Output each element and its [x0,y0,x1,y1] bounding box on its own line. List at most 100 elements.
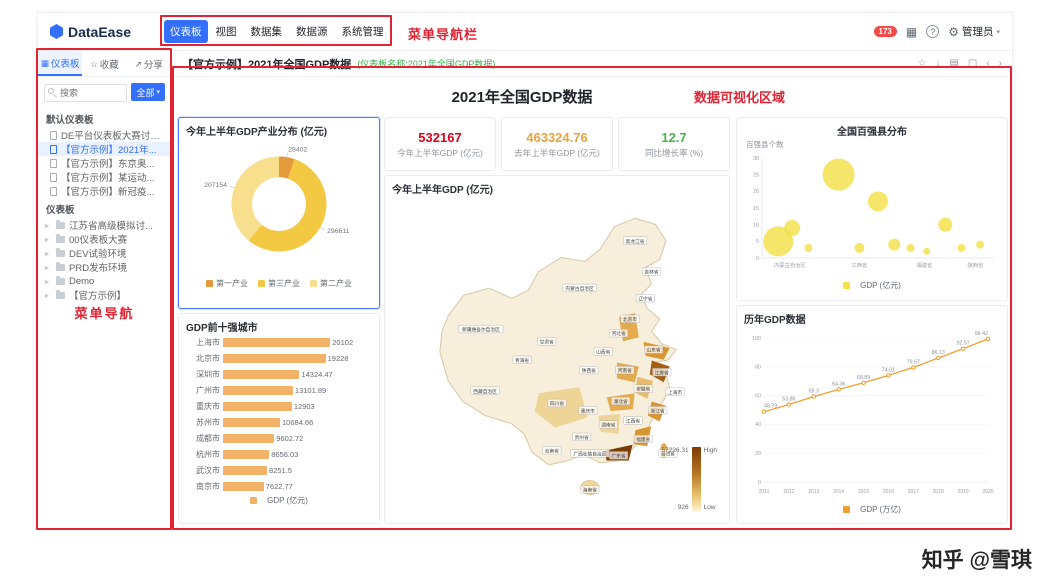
favorite-icon[interactable]: ☆ [917,58,926,69]
item-label: 江苏省高级模拟讨... [69,221,153,232]
dashboard-canvas: 2021年全国GDP数据 数据可视化区域 今年上半年GDP产业分布 (亿元) 2… [172,77,1012,528]
kpi-card[interactable]: 532167 今年上半年GDP (亿元) [384,117,496,171]
legend-item[interactable]: 第三产业 [258,278,300,289]
svg-text:99.42: 99.42 [975,331,988,337]
sidebar-folder-item[interactable]: ▸ 00仪表板大赛 [38,232,171,246]
nav-item-系统管理[interactable]: 系统管理 [336,20,390,43]
export-icon[interactable]: ↓ [935,58,940,69]
bar-row-成都市[interactable]: 成都市 9602.72 [186,430,372,446]
bar-row-上海市[interactable]: 上海市 20102 [186,334,372,350]
svg-text:湖南省: 湖南省 [601,422,615,429]
item-label: 【官方示例】某运动... [61,173,155,184]
svg-text:浙江省: 浙江省 [651,407,665,414]
main-area: 【官方示例】2021年全国GDP数据 (仪表板名称:2021年全国GDP数据) … [172,51,1012,528]
sidebar-search-row: 全部 ▾ [38,77,171,108]
sidebar-folder-item[interactable]: ▸ 【官方示例】 [38,288,171,302]
panel-gdp-trend[interactable]: 历年GDP数据 0 20 40 60 80 100 2011 2012 2013 2014 2015… [736,305,1008,524]
bar-row-重庆市[interactable]: 重庆市 12903 [186,398,372,414]
kpi-card[interactable]: 12.7 同比增长率 (%) [618,117,730,171]
brand-logo[interactable]: DataEase [50,24,158,40]
item-label: 【官方示例】2021年... [61,145,157,156]
sidebar-folder-item[interactable]: ▸ 江苏省高级模拟讨... [38,218,171,232]
item-label: DE平台仪表板大赛讨论展 [61,131,167,142]
panel-industry-donut[interactable]: 今年上半年GDP产业分布 (亿元) 28402 296611 207154 第一产业… [178,117,380,309]
legend-item[interactable]: 第二产业 [310,278,352,289]
svg-text:广东省: 广东省 [612,453,626,460]
layout-icon[interactable]: ▤ [949,58,958,69]
sidebar-dashboard-item[interactable]: 【官方示例】新冠疫... [38,184,171,198]
sidebar-dashboard-item[interactable]: 【官方示例】2021年... [38,142,171,156]
caret-right-icon[interactable]: ▸ [45,235,52,244]
sidebar-tab-仪表板[interactable]: ▦ 仪表板 [38,51,83,76]
sidebar-folder-item[interactable]: ▸ DEV试验环境 [38,246,171,260]
bar-row-杭州市[interactable]: 杭州市 8656.03 [186,446,372,462]
caret-right-icon[interactable]: ▸ [45,277,52,286]
svg-text:79.57: 79.57 [907,359,920,365]
svg-text:20: 20 [755,451,761,457]
sidebar-dashboard-item[interactable]: 【官方示例】东京奥... [38,156,171,170]
svg-text:2012: 2012 [783,489,794,495]
caret-right-icon[interactable]: ▸ [45,221,52,230]
sidebar-folder-item[interactable]: ▸ PRD发布环境 [38,260,171,274]
nav-item-数据源[interactable]: 数据源 [290,20,334,43]
help-icon[interactable]: ? [926,25,940,38]
apps-icon[interactable]: ▦ [906,25,917,39]
panel-top-cities[interactable]: GDP前十强城市 上海市 20102 北京市 19228 深圳市 14324.47 广州市 1… [178,313,380,524]
sidebar: ▦仪表板☆收藏↗分享 全部 ▾ 默认仪表板DE平台仪表板大赛讨论展【官方示例】2… [38,51,172,528]
star-icon: ☆ [90,58,98,69]
svg-text:59.3: 59.3 [809,389,819,395]
bar-row-北京市[interactable]: 北京市 19228 [186,350,372,366]
caret-right-icon[interactable]: ▸ [45,291,52,300]
nav-item-仪表板[interactable]: 仪表板 [164,20,208,43]
bar-row-广州市[interactable]: 广州市 13101.89 [186,382,372,398]
bar-row-南京市[interactable]: 南京市 7622.77 [186,478,372,494]
svg-text:山西省: 山西省 [596,349,610,356]
caret-right-icon[interactable]: ▸ [45,263,52,272]
dataease-logo-icon [50,24,63,39]
bar-row-深圳市[interactable]: 深圳市 14324.47 [186,366,372,382]
collapse-icon[interactable]: ‹ [986,58,989,69]
svg-text:江西省: 江西省 [626,418,640,425]
topbar-right: 173 ▦ ? ⚙ 管理员 ▾ [873,24,1000,39]
nav-item-视图[interactable]: 视图 [210,20,243,43]
sidebar-dashboard-item[interactable]: DE平台仪表板大赛讨论展 [38,128,171,142]
expand-icon[interactable]: › [999,58,1002,69]
sidebar-dashboard-item[interactable]: 【官方示例】某运动... [38,170,171,184]
annotation-canvas-label: 数据可视化区域 [694,90,786,105]
scope-filter-button[interactable]: 全部 ▾ [131,83,165,101]
caret-down-icon: ▾ [156,89,160,96]
nav-item-数据集[interactable]: 数据集 [245,20,289,43]
item-label: Demo [69,275,95,287]
svg-text:河南省: 河南省 [618,367,632,374]
annotation-sidebar-label: 菜单导航 [74,306,135,321]
user-menu[interactable]: ⚙ 管理员 ▾ [948,24,1000,39]
legend-label: GDP (亿元) [267,496,308,505]
legend-swatch [250,497,258,504]
scale-low-label: Low [703,504,716,511]
svg-text:云南省: 云南省 [545,447,559,454]
svg-text:64.36: 64.36 [832,381,845,387]
svg-text:15: 15 [753,206,759,212]
legend-item[interactable]: 第一产业 [206,278,248,289]
svg-text:2015: 2015 [858,489,869,495]
item-label: DEV试验环境 [69,249,127,260]
kpi-value: 463324.76 [526,129,588,145]
panel-top-counties[interactable]: 全国百强县分布 百强县个数 0 5 10 15 20 25 30 内蒙古自治区 江西省 福建省 陕西… [736,117,1008,301]
caret-right-icon[interactable]: ▸ [45,249,52,258]
sidebar-tab-分享[interactable]: ↗ 分享 [127,51,171,76]
notification-badge[interactable]: 173 [873,26,897,37]
fullscreen-icon[interactable]: ▢ [968,58,977,69]
bars-legend: GDP (亿元) [186,495,372,506]
dashboard-icon [50,144,57,154]
search-input[interactable] [44,84,128,102]
bar-row-苏州市[interactable]: 苏州市 10684.66 [186,414,372,430]
panel-china-map[interactable]: 今年上半年GDP (亿元) 新疆维吾尔自治区 西藏自治区 青海省 甘肃省 内蒙古… [384,175,730,524]
svg-text:207154: 207154 [204,182,227,189]
sidebar-folder-item[interactable]: ▸ Demo [38,274,171,288]
svg-text:上海市: 上海市 [668,389,682,396]
kpi-card[interactable]: 463324.76 去年上半年GDP (亿元) [501,117,613,171]
y-axis-title: 百强县个数 [746,140,784,149]
sidebar-tab-收藏[interactable]: ☆ 收藏 [82,51,126,76]
china-outline [439,217,678,466]
bar-row-武汉市[interactable]: 武汉市 8251.5 [186,462,372,478]
